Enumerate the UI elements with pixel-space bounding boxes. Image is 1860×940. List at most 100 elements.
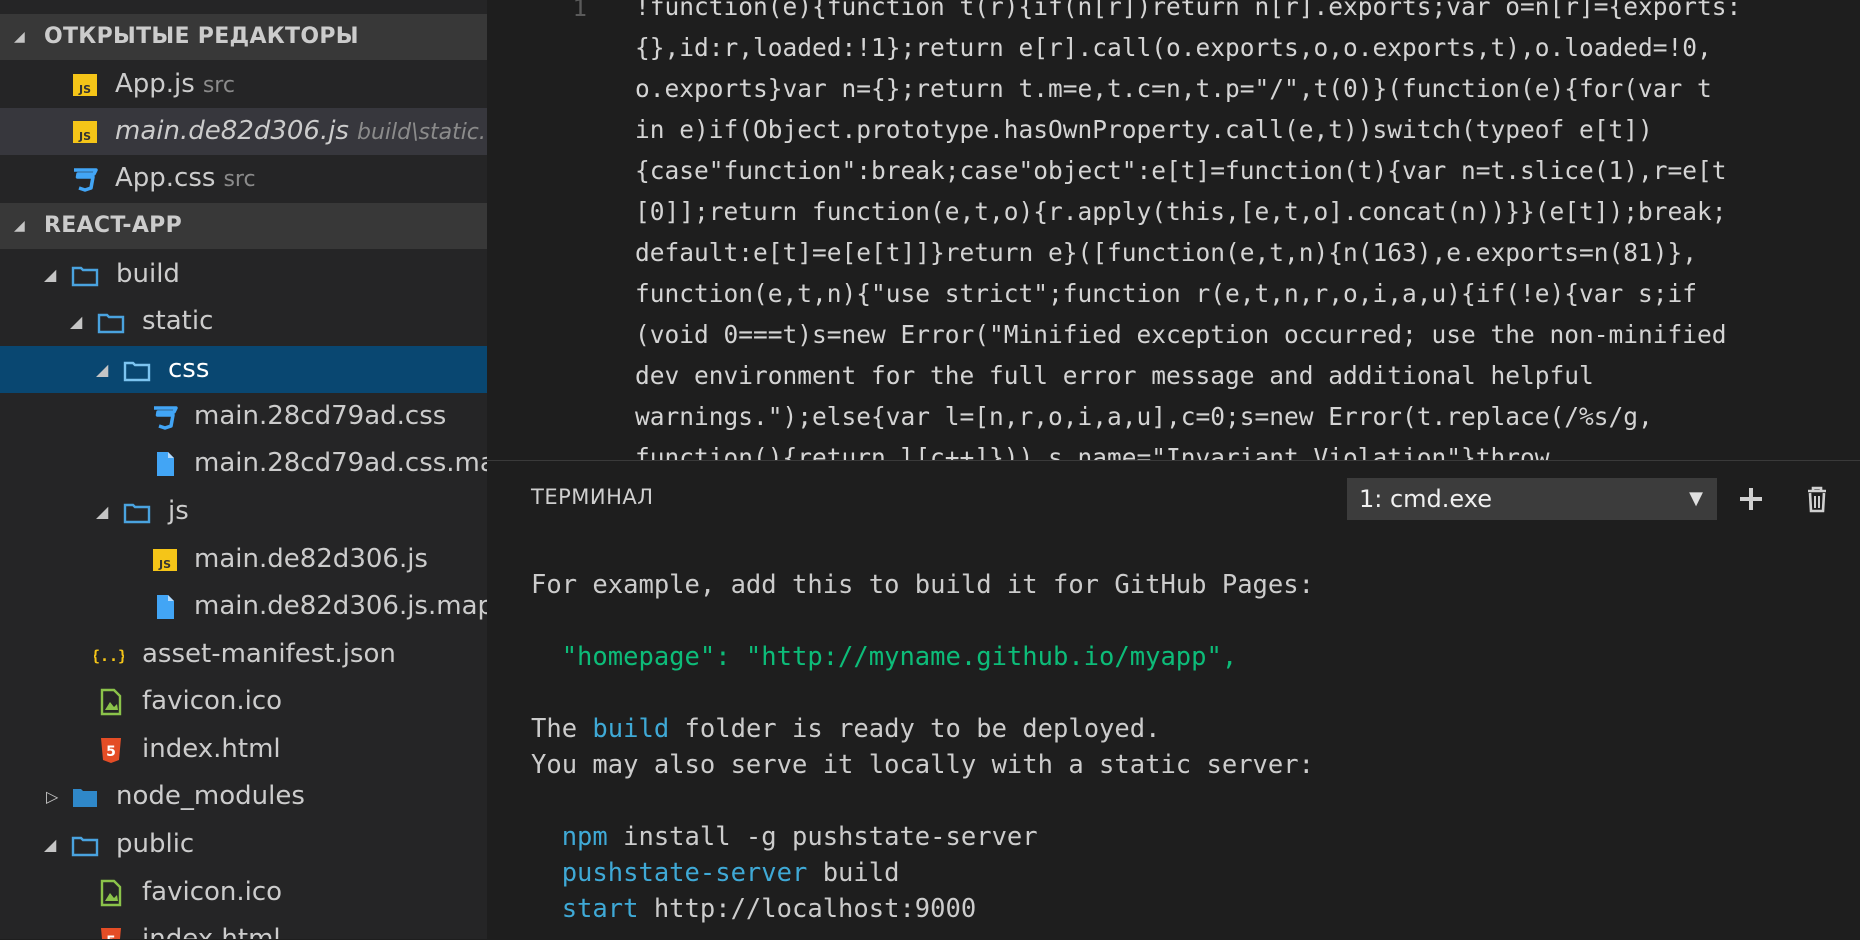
explorer-sidebar: ◢ ОТКРЫТЫЕ РЕДАКТОРЫ JS App.js src JS mai… xyxy=(0,0,487,939)
terminal-text-part: build xyxy=(807,858,900,888)
tree-label: favicon.ico xyxy=(142,877,283,907)
tree-folder-public[interactable]: ◢ public xyxy=(0,821,487,868)
open-editor-app-js[interactable]: JS App.js src xyxy=(0,61,487,108)
tree-label: css xyxy=(168,354,210,384)
svg-text:{..}: {..} xyxy=(94,647,124,665)
svg-text:JS: JS xyxy=(158,558,171,571)
terminal-line: The build folder is ready to be deployed… xyxy=(531,711,1160,747)
open-editor-name: main.de82d306.js xyxy=(115,116,349,146)
tree-file-js[interactable]: JS main.de82d306.js xyxy=(0,536,487,583)
code-line: in e)if(Object.prototype.hasOwnProperty.… xyxy=(635,115,1653,144)
chevron-down-icon: ◢ xyxy=(14,29,26,45)
folder-open-icon xyxy=(97,313,125,334)
chevron-right-icon: ▷ xyxy=(46,787,59,806)
chevron-down-icon: ◢ xyxy=(96,502,109,521)
tree-folder-static[interactable]: ◢ static xyxy=(0,298,487,345)
css-file-icon xyxy=(154,406,178,430)
terminal-text-part: The xyxy=(531,714,593,744)
open-editors-header[interactable]: ◢ ОТКРЫТЫЕ РЕДАКТОРЫ xyxy=(0,14,487,60)
html-file-icon: 5 xyxy=(101,928,121,939)
tree-file-index[interactable]: 5 index.html xyxy=(0,726,487,773)
code-line: (void 0===t)s=new Error("Minified except… xyxy=(635,320,1727,349)
tree-file-manifest[interactable]: {..} asset-manifest.json xyxy=(0,631,487,678)
code-line: dev environment for the full error messa… xyxy=(635,361,1594,390)
tree-folder-css[interactable]: ◢ css xyxy=(0,346,487,393)
tree-file-favicon[interactable]: favicon.ico xyxy=(0,678,487,725)
code-line: [0]];return function(e,t,o){r.apply(this… xyxy=(635,197,1727,226)
project-header[interactable]: ◢ REACT-APP xyxy=(0,203,487,249)
terminal-panel: ТЕРМИНАЛ 1: cmd.exe ▼ For example, add t… xyxy=(487,460,1860,940)
tree-file-js-map[interactable]: main.de82d306.js.map xyxy=(0,583,487,630)
terminal-line: pushstate-server build xyxy=(531,855,900,891)
terminal-text-part: build xyxy=(592,714,670,744)
code-line: default:e[t]=e[e[t]]}return e}([function… xyxy=(635,238,1698,267)
css-file-icon xyxy=(74,168,98,192)
tree-label: build xyxy=(116,259,180,289)
open-editor-app-css[interactable]: App.css src xyxy=(0,155,487,202)
terminal-text-part: install -g pushstate-server xyxy=(607,822,1038,852)
tree-label: public xyxy=(116,829,195,859)
chevron-down-icon: ◢ xyxy=(14,218,26,234)
tree-label: index.html xyxy=(142,734,281,764)
chevron-down-icon: ◢ xyxy=(70,312,83,331)
open-editor-name: App.js xyxy=(115,69,195,99)
code-content[interactable]: !function(e){function t(r){if(n[r])retur… xyxy=(635,0,1860,460)
code-line: function(){return l[c++]})),s.name="Inva… xyxy=(635,443,1550,460)
file-icon xyxy=(157,452,174,476)
tree-label: index.html xyxy=(142,924,281,939)
tree-label: main.de82d306.js.map xyxy=(194,591,487,621)
svg-text:JS: JS xyxy=(78,130,91,143)
tree-folder-js[interactable]: ◢ js xyxy=(0,488,487,535)
terminal-line: You may also serve it locally with a sta… xyxy=(531,750,1314,780)
tree-file-css[interactable]: main.28cd79ad.css xyxy=(0,393,487,440)
chevron-down-icon: ◢ xyxy=(96,360,109,379)
terminal-line: start http://localhost:9000 xyxy=(531,891,977,927)
code-editor[interactable]: 1 !function(e){function t(r){if(n[r])ret… xyxy=(487,0,1860,460)
chevron-down-icon: ◢ xyxy=(44,265,57,284)
tree-label: static xyxy=(142,306,214,336)
tree-file-public-index[interactable]: 5 index.html xyxy=(0,916,487,939)
open-editor-name: App.css xyxy=(115,163,216,193)
js-file-icon: JS xyxy=(73,121,97,143)
tree-folder-node-modules[interactable]: ▷ node_modules xyxy=(0,773,487,820)
image-file-icon xyxy=(100,879,122,907)
code-line: {case"function":break;case"object":e[t]=… xyxy=(635,156,1727,185)
js-file-icon: JS xyxy=(73,74,97,96)
tree-file-public-favicon[interactable]: favicon.ico xyxy=(0,869,487,916)
chevron-down-icon: ◢ xyxy=(44,835,57,854)
terminal-text-part: npm xyxy=(531,822,608,852)
js-file-icon: JS xyxy=(153,549,177,571)
svg-text:5: 5 xyxy=(106,934,116,939)
code-line: o.exports}var n={};return t.m=e,t.c=n,t.… xyxy=(635,74,1712,103)
open-editor-desc: src xyxy=(202,73,235,98)
tree-label: main.28cd79ad.css.map xyxy=(194,448,487,478)
folder-open-icon xyxy=(71,836,99,857)
tree-label: asset-manifest.json xyxy=(142,639,396,669)
terminal-text-part: start xyxy=(531,894,639,924)
image-file-icon xyxy=(100,688,122,716)
line-number: 1 xyxy=(572,0,587,22)
folder-icon xyxy=(73,789,97,807)
code-line: {},id:r,loaded:!1};return e[r].call(o.ex… xyxy=(635,33,1712,62)
code-line: warnings.");else{var l=[n,r,o,i,a,u],c=0… xyxy=(635,402,1653,431)
folder-open-icon xyxy=(123,361,151,382)
tree-label: node_modules xyxy=(116,781,305,811)
tree-folder-build[interactable]: ◢ build xyxy=(0,251,487,298)
terminal-line: npm install -g pushstate-server xyxy=(531,819,1038,855)
terminal-text-part: folder is ready to be deployed. xyxy=(669,714,1161,744)
code-line: !function(e){function t(r){if(n[r])retur… xyxy=(635,0,1742,21)
code-line: function(e,t,n){"use strict";function r(… xyxy=(635,279,1698,308)
folder-open-icon xyxy=(123,503,151,524)
tree-file-css-map[interactable]: main.28cd79ad.css.map xyxy=(0,440,487,487)
svg-text:5: 5 xyxy=(106,744,116,760)
tree-label: favicon.ico xyxy=(142,686,283,716)
terminal-line: "homepage": "http://myname.github.io/mya… xyxy=(531,642,1238,672)
open-editor-desc: build\static... xyxy=(356,120,487,145)
folder-open-icon xyxy=(71,266,99,287)
terminal-text-part: http://localhost:9000 xyxy=(638,894,977,924)
terminal-line: For example, add this to build it for Gi… xyxy=(531,570,1314,600)
html-file-icon: 5 xyxy=(101,738,121,763)
open-editor-main-js[interactable]: JS main.de82d306.js build\static... xyxy=(0,108,487,155)
tree-label: js xyxy=(168,496,189,526)
tree-label: main.de82d306.js xyxy=(194,544,428,574)
